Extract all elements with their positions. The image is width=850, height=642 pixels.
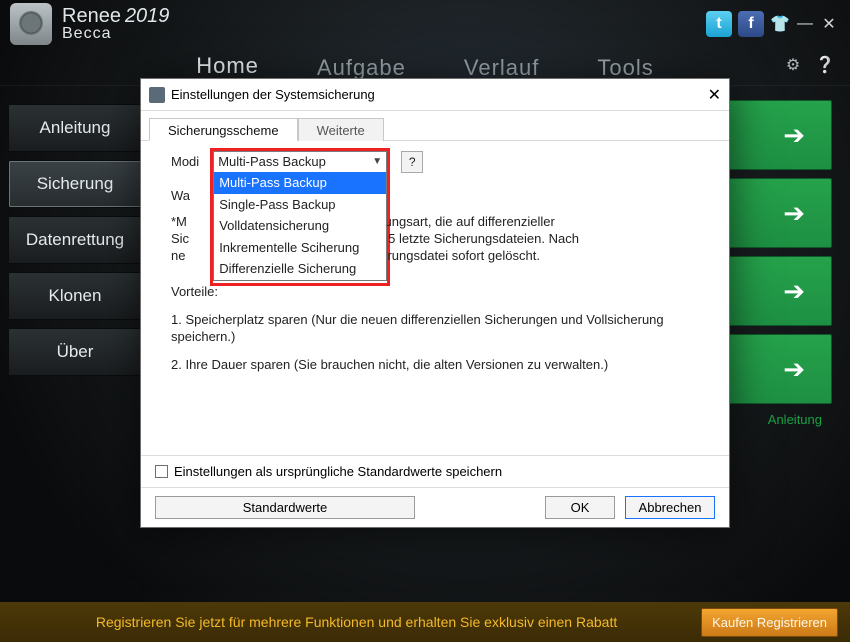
chevron-down-icon: ▼ [372, 155, 382, 169]
close-window-button[interactable]: ✕ [820, 14, 838, 34]
sidebar-item-sicherung[interactable]: Sicherung [8, 160, 142, 208]
checkbox-icon [155, 465, 168, 478]
desc-line2-tail: ur 5 letzte Sicherungsdateien. Nach [373, 230, 579, 248]
save-defaults-label: Einstellungen als ursprüngliche Standard… [174, 464, 502, 479]
titlebar: Renee2019 Becca t f 👕 — ✕ [0, 0, 850, 48]
sidebar-item-datenrettung[interactable]: Datenrettung [8, 216, 142, 264]
app-title: Renee2019 Becca [62, 6, 169, 42]
arrow-right-icon: ➔ [783, 354, 805, 385]
save-defaults-checkbox[interactable]: Einstellungen als ursprüngliche Standard… [155, 464, 502, 479]
ok-button[interactable]: OK [545, 496, 615, 519]
twitter-icon[interactable]: t [706, 11, 732, 37]
dialog-tab-sicherungsscheme[interactable]: Sicherungsscheme [149, 118, 298, 141]
app-title-line1: Renee2019 [62, 6, 169, 26]
brand: Renee [62, 5, 121, 27]
desc-fragment-sic: Sic [171, 230, 189, 248]
advantage-1: 1. Speicherplatz sparen (Nur die neuen d… [171, 311, 699, 346]
advantage-2: 2. Ihre Dauer sparen (Sie brauchen nicht… [171, 356, 699, 374]
brand-year: 2019 [125, 5, 170, 27]
arrow-right-icon: ➔ [783, 120, 805, 151]
dialog-title: Einstellungen der Systemsicherung [171, 87, 375, 102]
desc-fragment-ne: ne [171, 247, 185, 265]
app-window: Renee2019 Becca t f 👕 — ✕ Home Aufgabe V… [0, 0, 850, 642]
wa-fragment: Wa [171, 187, 190, 205]
sidebar-item-ueber[interactable]: Über [8, 328, 142, 376]
help-icon[interactable]: ❔ [814, 54, 836, 76]
buy-register-button[interactable]: Kaufen Registrieren [701, 608, 838, 637]
sidebar: Anleitung Sicherung Datenrettung Klonen … [0, 86, 150, 602]
facebook-icon[interactable]: f [738, 11, 764, 37]
desc-line1-tail: erungsart, die auf differenzieller [373, 213, 555, 231]
modi-label: Modi [171, 153, 199, 171]
modi-dropdown: Multi-Pass Backup Single-Pass Backup Vol… [213, 172, 387, 281]
desc-line3-tail: herungsdatei sofort gelöscht. [373, 247, 540, 265]
footer-bar: Registrieren Sie jetzt für mehrere Funkt… [0, 602, 850, 642]
modi-option-multipass[interactable]: Multi-Pass Backup [214, 172, 386, 194]
dialog-close-button[interactable]: ✕ [708, 85, 721, 105]
modi-combobox[interactable]: Multi-Pass Backup ▼ [213, 151, 387, 173]
footer-message: Registrieren Sie jetzt für mehrere Funkt… [96, 614, 617, 630]
sidebar-item-klonen[interactable]: Klonen [8, 272, 142, 320]
arrow-right-icon: ➔ [783, 198, 805, 229]
desc-fragment-m: *M [171, 213, 187, 231]
settings-dialog: Einstellungen der Systemsicherung ✕ Sich… [140, 78, 730, 528]
app-logo-icon [10, 3, 52, 45]
standardwerte-button[interactable]: Standardwerte [155, 496, 415, 519]
modi-option-volldaten[interactable]: Volldatensicherung [214, 215, 386, 237]
cancel-button[interactable]: Abbrechen [625, 496, 715, 519]
modi-option-inkrementell[interactable]: Inkrementelle Sciherung [214, 237, 386, 259]
app-title-line2: Becca [62, 26, 169, 42]
dialog-icon [149, 87, 165, 103]
dialog-button-row: Standardwerte OK Abbrechen [141, 487, 729, 527]
modi-option-differenziell[interactable]: Differenzielle Sicherung [214, 258, 386, 280]
sidebar-item-anleitung[interactable]: Anleitung [8, 104, 142, 152]
settings-gear-icon[interactable]: ⚙ [782, 54, 804, 76]
skin-icon[interactable]: 👕 [770, 14, 790, 34]
modi-option-singlepass[interactable]: Single-Pass Backup [214, 194, 386, 216]
dialog-tabs: Sicherungsscheme Weiterte [141, 111, 729, 141]
dialog-tab-weiterte[interactable]: Weiterte [298, 118, 384, 141]
dialog-titlebar: Einstellungen der Systemsicherung ✕ [141, 79, 729, 111]
combo-value: Multi-Pass Backup [218, 153, 326, 171]
dialog-checkbox-row: Einstellungen als ursprüngliche Standard… [141, 455, 729, 487]
minimize-button[interactable]: — [796, 15, 814, 33]
vorteile-heading: Vorteile: [171, 283, 699, 301]
dialog-body: Modi Multi-Pass Backup ▼ Multi-Pass Back… [141, 141, 729, 455]
arrow-right-icon: ➔ [783, 276, 805, 307]
modi-help-button[interactable]: ? [401, 151, 423, 173]
